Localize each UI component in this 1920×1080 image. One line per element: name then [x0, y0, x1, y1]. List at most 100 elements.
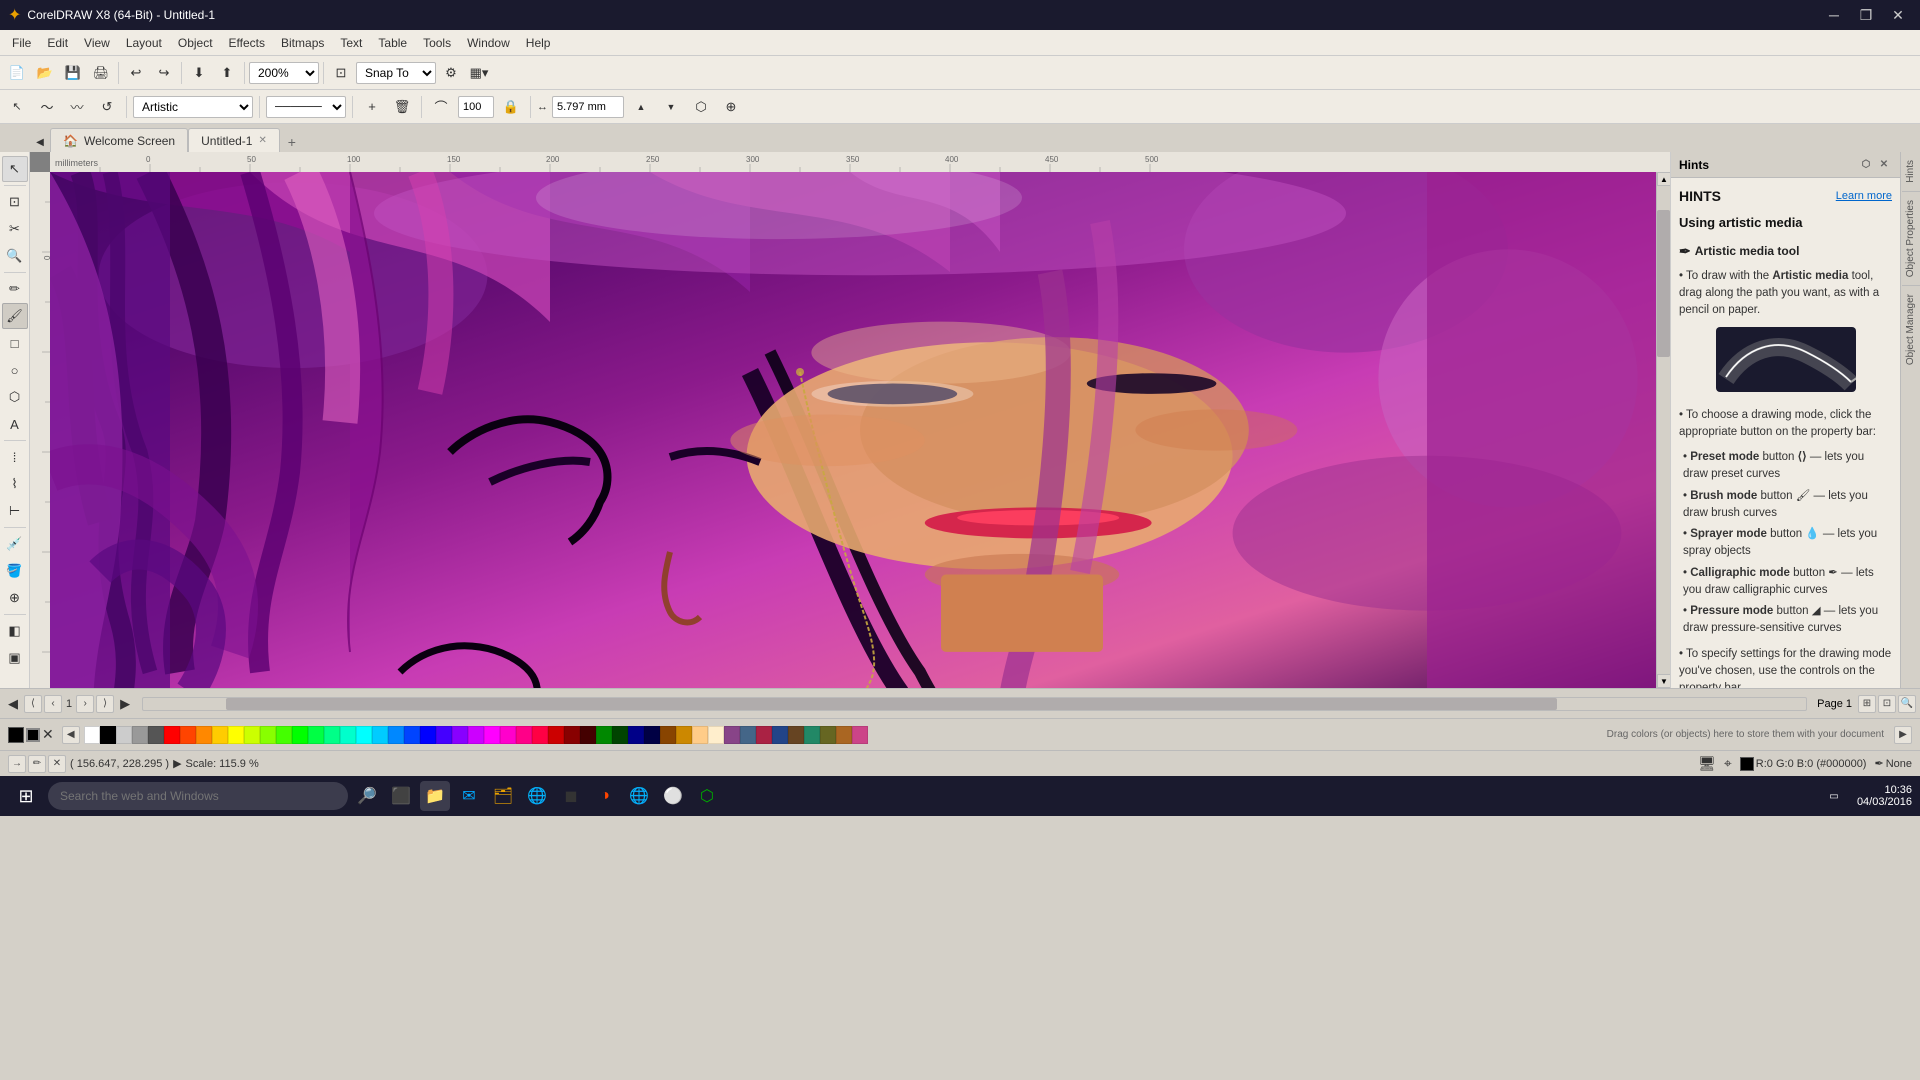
taskbar-ie[interactable]: 🌐 — [522, 781, 552, 811]
swatch-green-cyan[interactable] — [308, 726, 324, 744]
select-tool[interactable]: ↖ — [2, 156, 28, 182]
size-input[interactable] — [458, 96, 494, 118]
swatch-hot-pink[interactable] — [516, 726, 532, 744]
eyedropper-tool[interactable]: 💉 — [2, 531, 28, 557]
no-fill-btn[interactable]: ✕ — [42, 726, 54, 743]
taskbar-app2[interactable]: ◼ — [556, 781, 586, 811]
add-preset-btn[interactable]: + — [359, 94, 385, 120]
next-page-btn[interactable]: › — [76, 695, 94, 713]
taskbar-cortana[interactable]: 🔎 — [352, 781, 382, 811]
parallel-tool[interactable]: ⁞ — [2, 444, 28, 470]
learn-more-link[interactable]: Learn more — [1836, 188, 1892, 205]
fill-tool[interactable]: 🪣 — [2, 558, 28, 584]
swatch-white[interactable] — [84, 726, 100, 744]
menu-window[interactable]: Window — [459, 33, 518, 53]
swatch-yellow-green[interactable] — [244, 726, 260, 744]
swatch-dgray[interactable] — [148, 726, 164, 744]
object-properties-tab-label[interactable]: Object Properties — [1905, 196, 1916, 281]
h-scroll-thumb[interactable] — [226, 698, 1556, 710]
minimize-button[interactable]: ─ — [1820, 5, 1848, 25]
swatch-lgray[interactable] — [116, 726, 132, 744]
swatch-tan[interactable] — [676, 726, 692, 744]
restore-button[interactable]: ❐ — [1852, 5, 1880, 25]
swatch-brown[interactable] — [660, 726, 676, 744]
options-button[interactable]: ⚙ — [438, 60, 464, 86]
outline-swatch[interactable] — [26, 728, 40, 742]
swatch-cream[interactable] — [708, 726, 724, 744]
tab-prev-btn[interactable]: ◀ — [30, 132, 50, 152]
save-button[interactable]: 💾 — [60, 60, 86, 86]
taskbar-show-desktop[interactable]: ▭ — [1819, 781, 1849, 811]
swatch-green-yellow[interactable] — [260, 726, 276, 744]
swatch-purple[interactable] — [468, 726, 484, 744]
swatch-sienna[interactable] — [788, 726, 804, 744]
view-options-button[interactable]: ▦▾ — [466, 60, 492, 86]
canvas-settings-btn[interactable]: ⊞ — [1858, 695, 1876, 713]
ellipse-tool[interactable]: ○ — [2, 357, 28, 383]
swatch-magenta[interactable] — [484, 726, 500, 744]
roughen-btn[interactable]: 〰 — [64, 94, 90, 120]
swatch-crimson[interactable] — [532, 726, 548, 744]
zoom-combo[interactable]: 200% 100% 50% — [249, 62, 319, 84]
taskbar-app3[interactable]: ◑ — [590, 781, 620, 811]
swatch-denim[interactable] — [772, 726, 788, 744]
menu-object[interactable]: Object — [170, 33, 221, 53]
crop-tool[interactable]: ✂ — [2, 216, 28, 242]
swatch-spring[interactable] — [324, 726, 340, 744]
swatch-blue[interactable] — [420, 726, 436, 744]
tab-welcome[interactable]: 🏠 Welcome Screen — [50, 128, 188, 152]
swatch-maroon[interactable] — [564, 726, 580, 744]
swatch-black[interactable] — [100, 726, 116, 744]
swatch-bronze[interactable] — [836, 726, 852, 744]
color-scroll-left[interactable]: ◀ — [62, 726, 80, 744]
swatch-mgray[interactable] — [132, 726, 148, 744]
canvas-zoom-fit-btn[interactable]: ⊡ — [1878, 695, 1896, 713]
swatch-yellow[interactable] — [228, 726, 244, 744]
swatch-cyan[interactable] — [356, 726, 372, 744]
new-button[interactable]: 📄 — [4, 60, 30, 86]
zoom-tool[interactable]: 🔍 — [2, 243, 28, 269]
nodes-btn[interactable]: ⬡ — [688, 94, 714, 120]
rectangle-tool[interactable]: □ — [2, 330, 28, 356]
swatch-forest[interactable] — [612, 726, 628, 744]
menu-edit[interactable]: Edit — [39, 33, 76, 53]
swatch-dark-green[interactable] — [596, 726, 612, 744]
scroll-up-btn[interactable]: ▲ — [1657, 172, 1670, 186]
start-button[interactable]: ⊞ — [8, 778, 44, 814]
taskbar-app5[interactable]: ⬡ — [692, 781, 722, 811]
swatch-azure[interactable] — [372, 726, 388, 744]
freehand-tool[interactable]: ✏ — [2, 276, 28, 302]
menu-tools[interactable]: Tools — [415, 33, 459, 53]
menu-layout[interactable]: Layout — [118, 33, 170, 53]
swatch-peach[interactable] — [692, 726, 708, 744]
drawing-canvas[interactable]: ▲ ▼ — [50, 172, 1670, 688]
rotate-btn[interactable]: ↺ — [94, 94, 120, 120]
blend-tool[interactable]: ⊕ — [2, 585, 28, 611]
swatch-orange[interactable] — [196, 726, 212, 744]
artistic-media-tool[interactable]: 🖌 — [2, 303, 28, 329]
stroke-style-combo[interactable]: ────── — [266, 96, 346, 118]
page-tab-label[interactable]: Page 1 — [1811, 698, 1858, 710]
fill-swatch[interactable] — [8, 727, 24, 743]
menu-bitmaps[interactable]: Bitmaps — [273, 33, 332, 53]
export-button[interactable]: ⬆ — [214, 60, 240, 86]
hints-float-btn[interactable]: ⬡ — [1858, 157, 1874, 173]
menu-file[interactable]: File — [4, 33, 39, 53]
swatch-flamingo[interactable] — [852, 726, 868, 744]
swatch-aqua[interactable] — [340, 726, 356, 744]
smooth-btn2[interactable]: ⌒ — [428, 94, 454, 120]
taskbar-mail[interactable]: ✉ — [454, 781, 484, 811]
width-up-btn[interactable]: ▲ — [628, 94, 654, 120]
width-down-btn[interactable]: ▼ — [658, 94, 684, 120]
arrow-right-btn[interactable]: ▶ — [116, 695, 134, 713]
hints-tab-label[interactable]: Hints — [1905, 156, 1916, 187]
swatch-green[interactable] — [292, 726, 308, 744]
color-scroll-right[interactable]: ▶ — [1894, 726, 1912, 744]
menu-table[interactable]: Table — [370, 33, 415, 53]
print-button[interactable]: 🖨 — [88, 60, 114, 86]
text-tool[interactable]: A — [2, 411, 28, 437]
swatch-dark-navy[interactable] — [644, 726, 660, 744]
menu-view[interactable]: View — [76, 33, 118, 53]
taskbar-search[interactable] — [48, 782, 348, 810]
shadow-tool[interactable]: ▣ — [2, 645, 28, 671]
